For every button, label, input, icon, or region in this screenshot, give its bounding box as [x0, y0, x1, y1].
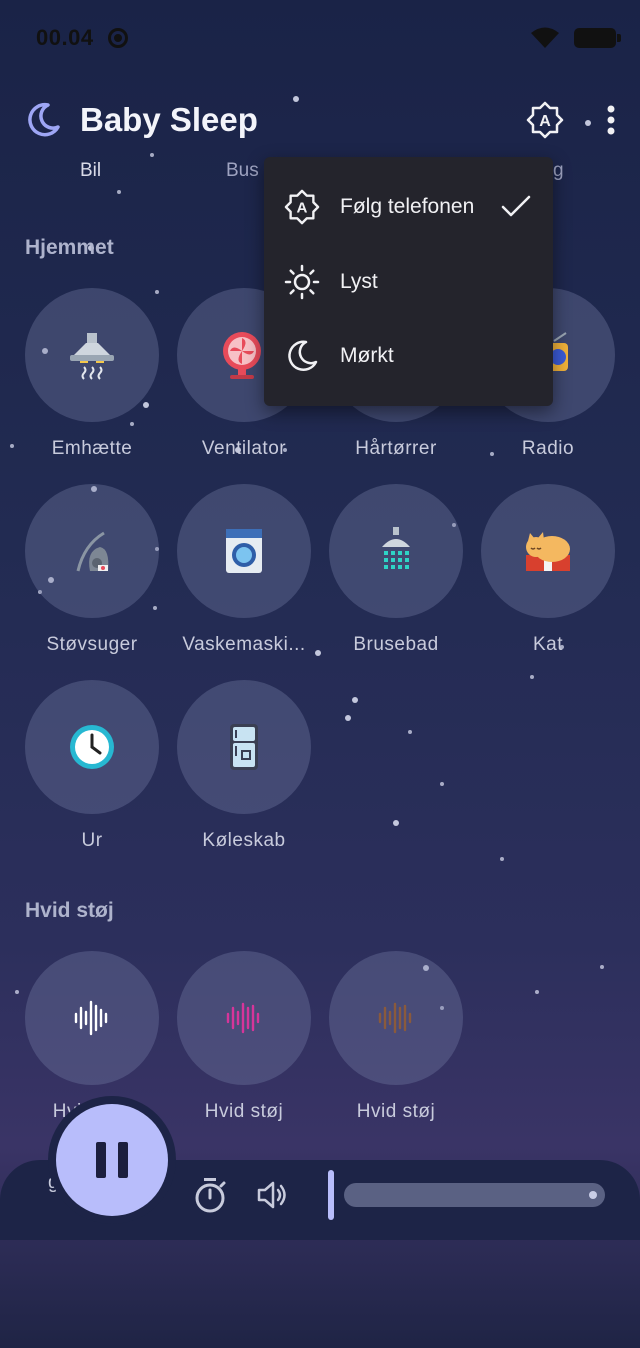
- section-title-home: Hjemmet: [25, 236, 114, 259]
- vacuum-icon: [76, 531, 109, 572]
- timer-icon[interactable]: [192, 1176, 228, 1214]
- clock-icon: [70, 725, 114, 769]
- sound-tile-brown-noise[interactable]: Hvid støj: [329, 951, 463, 1123]
- volume-slider-end-dot: [589, 1191, 597, 1199]
- tile-label: Køleskab: [202, 830, 286, 851]
- menu-item-label: Følg telefonen: [340, 195, 475, 218]
- menu-item-label: Lyst: [340, 270, 378, 293]
- cat-icon: [526, 532, 570, 571]
- status-bar: 00.04: [36, 22, 621, 54]
- fan-icon: [223, 332, 261, 379]
- menu-item-label: Mørkt: [340, 344, 394, 367]
- menu-item-follow-phone[interactable]: A Følg telefonen: [264, 170, 553, 244]
- app-title: Baby Sleep: [80, 101, 258, 138]
- status-time: 00.04: [36, 25, 94, 50]
- tile-label: Hvid støj: [356, 1101, 436, 1122]
- sun-icon: [284, 264, 320, 300]
- player-partial-label: g: [48, 1172, 59, 1193]
- tile-label: Hvid støj: [204, 1101, 284, 1122]
- sound-tile-pink-noise[interactable]: Hvid støj: [177, 951, 311, 1123]
- section-title-white-noise: Hvid støj: [25, 899, 114, 922]
- tile-label: Støvsuger: [46, 634, 138, 655]
- more-options-icon[interactable]: [606, 105, 616, 135]
- sound-tile-shower[interactable]: Brusebad: [329, 484, 463, 656]
- volume-slider[interactable]: [344, 1183, 605, 1207]
- moon-logo-icon: [28, 102, 60, 137]
- sound-tile-vacuum[interactable]: Støvsuger: [25, 484, 159, 656]
- do-not-disturb-icon: [107, 28, 128, 48]
- tile-label: Radio: [521, 438, 575, 459]
- checkmark-icon: [501, 195, 531, 217]
- theme-toggle-icon[interactable]: A: [526, 101, 564, 139]
- pause-button[interactable]: [56, 1104, 168, 1216]
- sound-tile-fridge[interactable]: Køleskab: [177, 680, 311, 852]
- washing-machine-icon: [226, 529, 262, 573]
- tile-label: Ventilator: [201, 438, 287, 459]
- sound-tile-range-hood[interactable]: Emhætte: [25, 288, 159, 460]
- pink-noise-icon: [226, 1002, 260, 1034]
- tab-partial[interactable]: g: [553, 160, 564, 182]
- pause-icon: [96, 1142, 106, 1178]
- shower-icon: [382, 527, 410, 569]
- range-hood-icon: [70, 333, 114, 380]
- sound-tile-washing-machine[interactable]: Vaskemaski...: [177, 484, 311, 656]
- auto-theme-icon: A: [284, 189, 320, 225]
- app-bar: Baby Sleep A: [24, 92, 616, 148]
- sound-tile-clock[interactable]: Ur: [25, 680, 159, 852]
- svg-text:A: A: [539, 113, 551, 130]
- menu-item-dark[interactable]: Mørkt: [264, 319, 553, 393]
- volume-icon[interactable]: [256, 1180, 290, 1210]
- sound-tile-white-noise[interactable]: Hvid støj: [25, 951, 159, 1123]
- white-noise-icon: [74, 1000, 108, 1036]
- wifi-icon: [531, 27, 559, 48]
- tile-label: Brusebad: [353, 634, 439, 655]
- battery-icon: [574, 28, 621, 48]
- tile-label: Ur: [81, 830, 103, 851]
- svg-text:A: A: [297, 200, 308, 217]
- moon-icon: [288, 340, 318, 372]
- tab-bus[interactable]: Bus: [226, 160, 259, 182]
- sound-tile-cat[interactable]: Kat: [481, 484, 615, 656]
- pause-icon-bar: [118, 1142, 128, 1178]
- brown-noise-icon: [378, 1002, 412, 1034]
- tab-bil[interactable]: Bil: [80, 160, 101, 182]
- tile-label: Kat: [532, 634, 564, 655]
- menu-item-light[interactable]: Lyst: [264, 245, 553, 319]
- theme-menu: A Følg telefonen Lyst Mørkt: [264, 157, 553, 406]
- tile-label: Vaskemaski...: [182, 634, 306, 655]
- tile-label: Hårtørrer: [355, 438, 437, 459]
- fridge-icon: [230, 724, 258, 770]
- volume-slider-handle[interactable]: [328, 1170, 334, 1220]
- tile-label: Emhætte: [51, 438, 133, 459]
